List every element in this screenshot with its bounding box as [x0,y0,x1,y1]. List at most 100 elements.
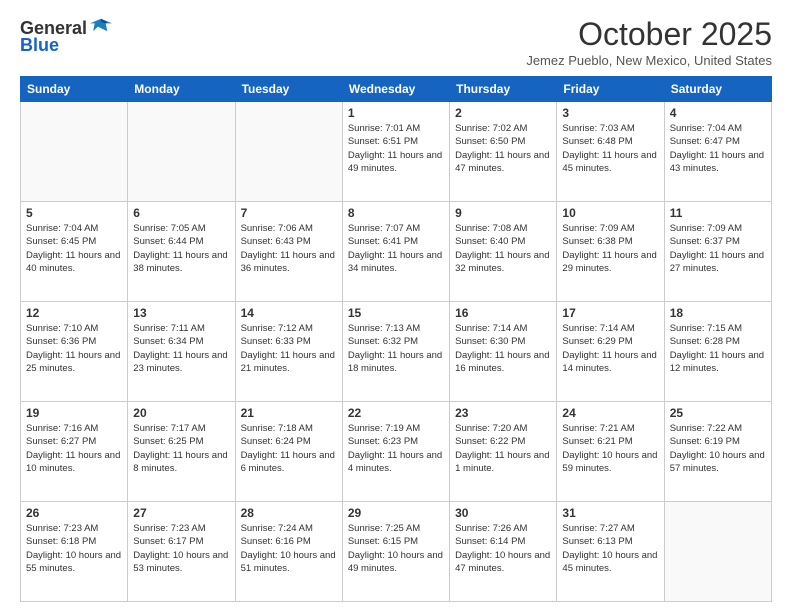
day-number: 29 [348,506,444,520]
day-number: 15 [348,306,444,320]
day-number: 7 [241,206,337,220]
day-info: Sunrise: 7:12 AM Sunset: 6:33 PM Dayligh… [241,322,337,375]
day-number: 3 [562,106,658,120]
calendar-cell: 31 Sunrise: 7:27 AM Sunset: 6:13 PM Dayli… [557,502,664,602]
calendar-cell: 10 Sunrise: 7:09 AM Sunset: 6:38 PM Dayli… [557,202,664,302]
month-title: October 2025 [526,16,772,53]
day-number: 18 [670,306,766,320]
day-header-thursday: Thursday [450,77,557,102]
day-info: Sunrise: 7:14 AM Sunset: 6:29 PM Dayligh… [562,322,658,375]
calendar-week-0: 1Sunrise: 7:01 AM Sunset: 6:51 PM Daylig… [21,102,772,202]
calendar-week-3: 19Sunrise: 7:16 AM Sunset: 6:27 PM Dayli… [21,402,772,502]
calendar-cell: 9 Sunrise: 7:08 AM Sunset: 6:40 PM Daylig… [450,202,557,302]
page: General Blue October 2025 Jemez Pueblo, … [0,0,792,612]
calendar-header-row: SundayMondayTuesdayWednesdayThursdayFrid… [21,77,772,102]
calendar-week-1: 5 Sunrise: 7:04 AM Sunset: 6:45 PM Daylig… [21,202,772,302]
day-info: Sunrise: 7:25 AM Sunset: 6:15 PM Dayligh… [348,522,444,575]
day-number: 20 [133,406,229,420]
day-info: Sunrise: 7:10 AM Sunset: 6:36 PM Dayligh… [26,322,122,375]
calendar-cell: 6 Sunrise: 7:05 AM Sunset: 6:44 PM Daylig… [128,202,235,302]
day-info: Sunrise: 7:04 AM Sunset: 6:45 PM Dayligh… [26,222,122,275]
calendar-cell: 16 Sunrise: 7:14 AM Sunset: 6:30 PM Dayli… [450,302,557,402]
calendar-cell: 27Sunrise: 7:23 AM Sunset: 6:17 PM Dayli… [128,502,235,602]
calendar-cell [235,102,342,202]
day-number: 26 [26,506,122,520]
day-number: 17 [562,306,658,320]
calendar-cell [664,502,771,602]
day-number: 12 [26,306,122,320]
day-info: Sunrise: 7:13 AM Sunset: 6:32 PM Dayligh… [348,322,444,375]
logo-bird-icon [90,16,112,34]
header: General Blue October 2025 Jemez Pueblo, … [20,16,772,68]
day-header-friday: Friday [557,77,664,102]
day-info: Sunrise: 7:03 AM Sunset: 6:48 PM Dayligh… [562,122,658,175]
calendar-cell: 5 Sunrise: 7:04 AM Sunset: 6:45 PM Daylig… [21,202,128,302]
day-header-saturday: Saturday [664,77,771,102]
calendar-cell: 20 Sunrise: 7:17 AM Sunset: 6:25 PM Dayli… [128,402,235,502]
day-info: Sunrise: 7:08 AM Sunset: 6:40 PM Dayligh… [455,222,551,275]
day-number: 25 [670,406,766,420]
day-number: 10 [562,206,658,220]
calendar-cell [21,102,128,202]
calendar-cell: 26 Sunrise: 7:23 AM Sunset: 6:18 PM Dayli… [21,502,128,602]
title-block: October 2025 Jemez Pueblo, New Mexico, U… [526,16,772,68]
day-info: Sunrise: 7:16 AM Sunset: 6:27 PM Dayligh… [26,422,122,475]
day-header-sunday: Sunday [21,77,128,102]
day-number: 23 [455,406,551,420]
calendar-cell: 24 Sunrise: 7:21 AM Sunset: 6:21 PM Dayli… [557,402,664,502]
location: Jemez Pueblo, New Mexico, United States [526,53,772,68]
day-info: Sunrise: 7:11 AM Sunset: 6:34 PM Dayligh… [133,322,229,375]
day-info: Sunrise: 7:09 AM Sunset: 6:37 PM Dayligh… [670,222,766,275]
day-info: Sunrise: 7:18 AM Sunset: 6:24 PM Dayligh… [241,422,337,475]
day-info: Sunrise: 7:19 AM Sunset: 6:23 PM Dayligh… [348,422,444,475]
calendar-cell: 3 Sunrise: 7:03 AM Sunset: 6:48 PM Daylig… [557,102,664,202]
day-info: Sunrise: 7:02 AM Sunset: 6:50 PM Dayligh… [455,122,551,175]
calendar-cell: 30Sunrise: 7:26 AM Sunset: 6:14 PM Dayli… [450,502,557,602]
day-number: 11 [670,206,766,220]
day-number: 21 [241,406,337,420]
calendar-cell: 19Sunrise: 7:16 AM Sunset: 6:27 PM Dayli… [21,402,128,502]
day-number: 6 [133,206,229,220]
day-header-tuesday: Tuesday [235,77,342,102]
calendar-cell: 7 Sunrise: 7:06 AM Sunset: 6:43 PM Daylig… [235,202,342,302]
calendar-cell: 25Sunrise: 7:22 AM Sunset: 6:19 PM Dayli… [664,402,771,502]
day-info: Sunrise: 7:15 AM Sunset: 6:28 PM Dayligh… [670,322,766,375]
calendar-week-4: 26 Sunrise: 7:23 AM Sunset: 6:18 PM Dayli… [21,502,772,602]
calendar-cell: 2Sunrise: 7:02 AM Sunset: 6:50 PM Daylig… [450,102,557,202]
calendar-cell: 8 Sunrise: 7:07 AM Sunset: 6:41 PM Daylig… [342,202,449,302]
day-number: 9 [455,206,551,220]
day-header-wednesday: Wednesday [342,77,449,102]
calendar-cell: 23Sunrise: 7:20 AM Sunset: 6:22 PM Dayli… [450,402,557,502]
day-number: 4 [670,106,766,120]
day-info: Sunrise: 7:14 AM Sunset: 6:30 PM Dayligh… [455,322,551,375]
calendar-cell: 29 Sunrise: 7:25 AM Sunset: 6:15 PM Dayli… [342,502,449,602]
calendar-cell: 4 Sunrise: 7:04 AM Sunset: 6:47 PM Daylig… [664,102,771,202]
calendar-cell: 12 Sunrise: 7:10 AM Sunset: 6:36 PM Dayli… [21,302,128,402]
logo: General Blue [20,16,112,56]
calendar-cell: 22 Sunrise: 7:19 AM Sunset: 6:23 PM Dayli… [342,402,449,502]
day-number: 30 [455,506,551,520]
day-number: 24 [562,406,658,420]
day-info: Sunrise: 7:21 AM Sunset: 6:21 PM Dayligh… [562,422,658,475]
calendar-cell: 28Sunrise: 7:24 AM Sunset: 6:16 PM Dayli… [235,502,342,602]
calendar-table: SundayMondayTuesdayWednesdayThursdayFrid… [20,76,772,602]
day-info: Sunrise: 7:05 AM Sunset: 6:44 PM Dayligh… [133,222,229,275]
day-number: 8 [348,206,444,220]
day-number: 28 [241,506,337,520]
day-info: Sunrise: 7:07 AM Sunset: 6:41 PM Dayligh… [348,222,444,275]
calendar-cell: 21 Sunrise: 7:18 AM Sunset: 6:24 PM Dayli… [235,402,342,502]
calendar-cell: 17 Sunrise: 7:14 AM Sunset: 6:29 PM Dayli… [557,302,664,402]
day-info: Sunrise: 7:06 AM Sunset: 6:43 PM Dayligh… [241,222,337,275]
day-number: 22 [348,406,444,420]
day-number: 16 [455,306,551,320]
day-info: Sunrise: 7:17 AM Sunset: 6:25 PM Dayligh… [133,422,229,475]
day-number: 1 [348,106,444,120]
day-info: Sunrise: 7:23 AM Sunset: 6:18 PM Dayligh… [26,522,122,575]
day-info: Sunrise: 7:09 AM Sunset: 6:38 PM Dayligh… [562,222,658,275]
day-info: Sunrise: 7:27 AM Sunset: 6:13 PM Dayligh… [562,522,658,575]
day-number: 31 [562,506,658,520]
calendar-cell: 14Sunrise: 7:12 AM Sunset: 6:33 PM Dayli… [235,302,342,402]
day-info: Sunrise: 7:04 AM Sunset: 6:47 PM Dayligh… [670,122,766,175]
calendar-cell: 1Sunrise: 7:01 AM Sunset: 6:51 PM Daylig… [342,102,449,202]
day-number: 5 [26,206,122,220]
